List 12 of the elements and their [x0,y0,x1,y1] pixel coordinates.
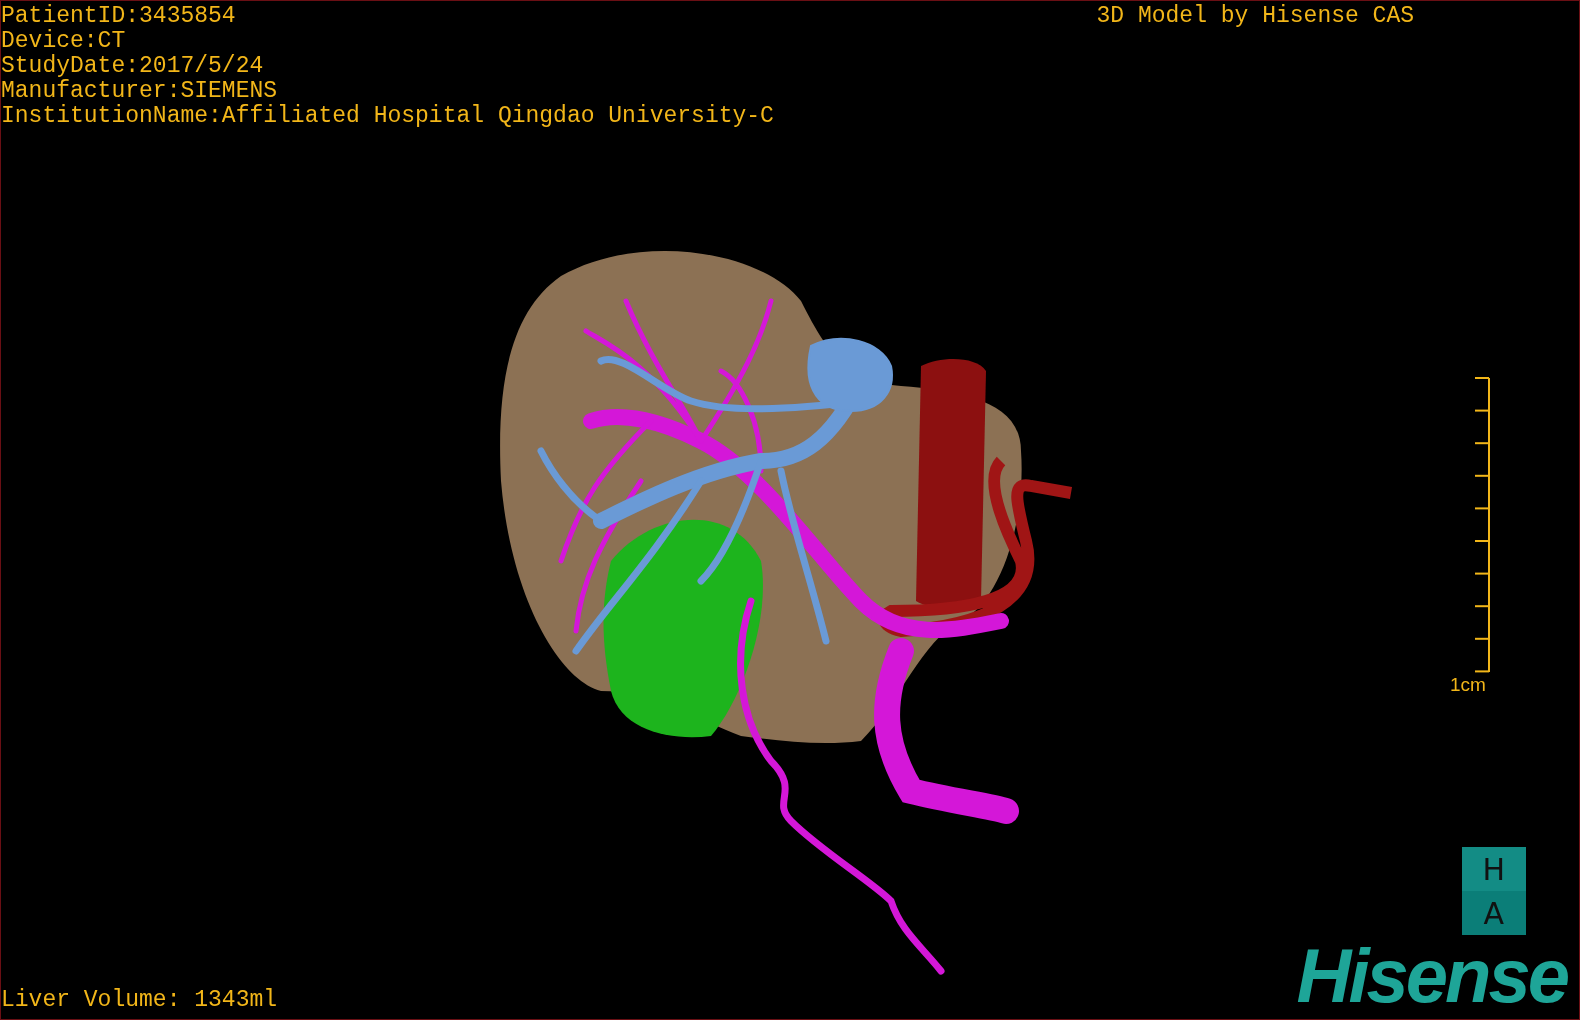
patient-info-text: Manufacturer:SIEMENS [1,79,279,104]
scale-label: 1cm [1450,675,1486,695]
model-title: 3D Model by Hisense CAS [1096,4,1414,29]
patient-info-text: PatientID:3435854 [1,4,237,29]
logo-wordmark: Hisense [1296,941,1569,1011]
badge-letter: A [1461,891,1526,935]
badge-letter: H [1461,847,1526,891]
patient-info-text: Device:CT [1,29,127,54]
patient-info-text: InstitutionName:Affiliated Hospital Qingdao University-C [1,104,774,129]
liver-volume-text: Liver Volume: 1343ml [1,988,278,1013]
patient-info-text: StudyDate:2017/5/24 [1,54,265,79]
scale-ruler-icon [1474,377,1490,673]
